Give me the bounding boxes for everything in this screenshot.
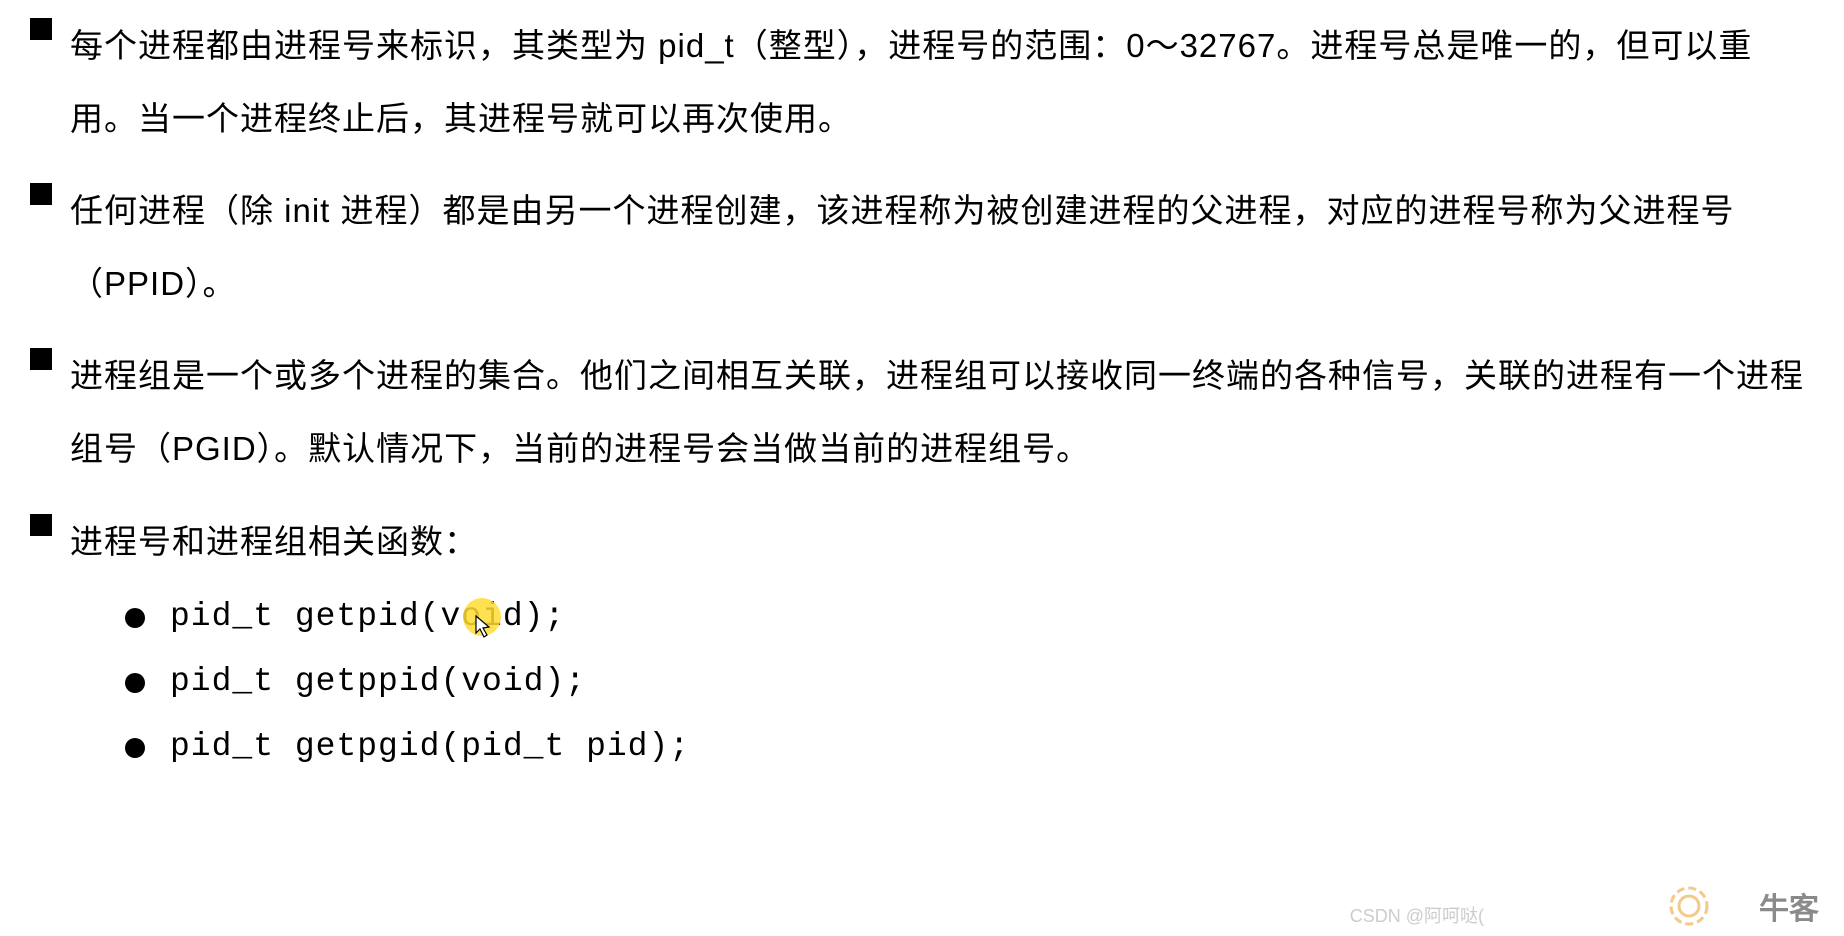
code-text: pid_t getppid(void); [170,663,586,700]
watermark-csdn: CSDN @阿呵哒( [1350,902,1484,928]
bullet-text: 进程组是一个或多个进程的集合。他们之间相互关联，进程组可以接收同一终端的各种信号… [70,340,1814,485]
bullet-item: 进程组是一个或多个进程的集合。他们之间相互关联，进程组可以接收同一终端的各种信号… [20,340,1814,485]
bullet-item: 进程号和进程组相关函数： pid_t getpid(void); pid_t g… [20,506,1814,766]
sub-item: pid_t getpid(void); [120,598,1814,635]
main-bullet-list: 每个进程都由进程号来标识，其类型为 pid_t（整型），进程号的范围：0～327… [20,10,1814,765]
sub-bullet-list: pid_t getpid(void); pid_t getppid(void);… [70,598,1814,765]
bullet-text: 任何进程（除 init 进程）都是由另一个进程创建，该进程称为被创建进程的父进程… [70,175,1814,320]
sub-item: pid_t getppid(void); [120,663,1814,700]
code-text: pid_t getpid(void); [170,598,565,635]
watermark-niuke: 牛客 [1759,884,1819,928]
niuke-logo-icon [1669,886,1709,926]
circle-bullet-icon [125,673,145,693]
circle-bullet-icon [125,738,145,758]
square-bullet-icon [30,183,52,205]
bullet-item: 任何进程（除 init 进程）都是由另一个进程创建，该进程称为被创建进程的父进程… [20,175,1814,320]
sub-item: pid_t getpgid(pid_t pid); [120,728,1814,765]
code-text: pid_t getpgid(pid_t pid); [170,728,690,765]
bullet-item: 每个进程都由进程号来标识，其类型为 pid_t（整型），进程号的范围：0～327… [20,10,1814,155]
cursor-arrow-icon [475,615,495,639]
bullet-text: 每个进程都由进程号来标识，其类型为 pid_t（整型），进程号的范围：0～327… [70,10,1814,155]
square-bullet-icon [30,18,52,40]
circle-bullet-icon [125,608,145,628]
bullet-text: 进程号和进程组相关函数： [70,506,1814,579]
square-bullet-icon [30,514,52,536]
square-bullet-icon [30,348,52,370]
